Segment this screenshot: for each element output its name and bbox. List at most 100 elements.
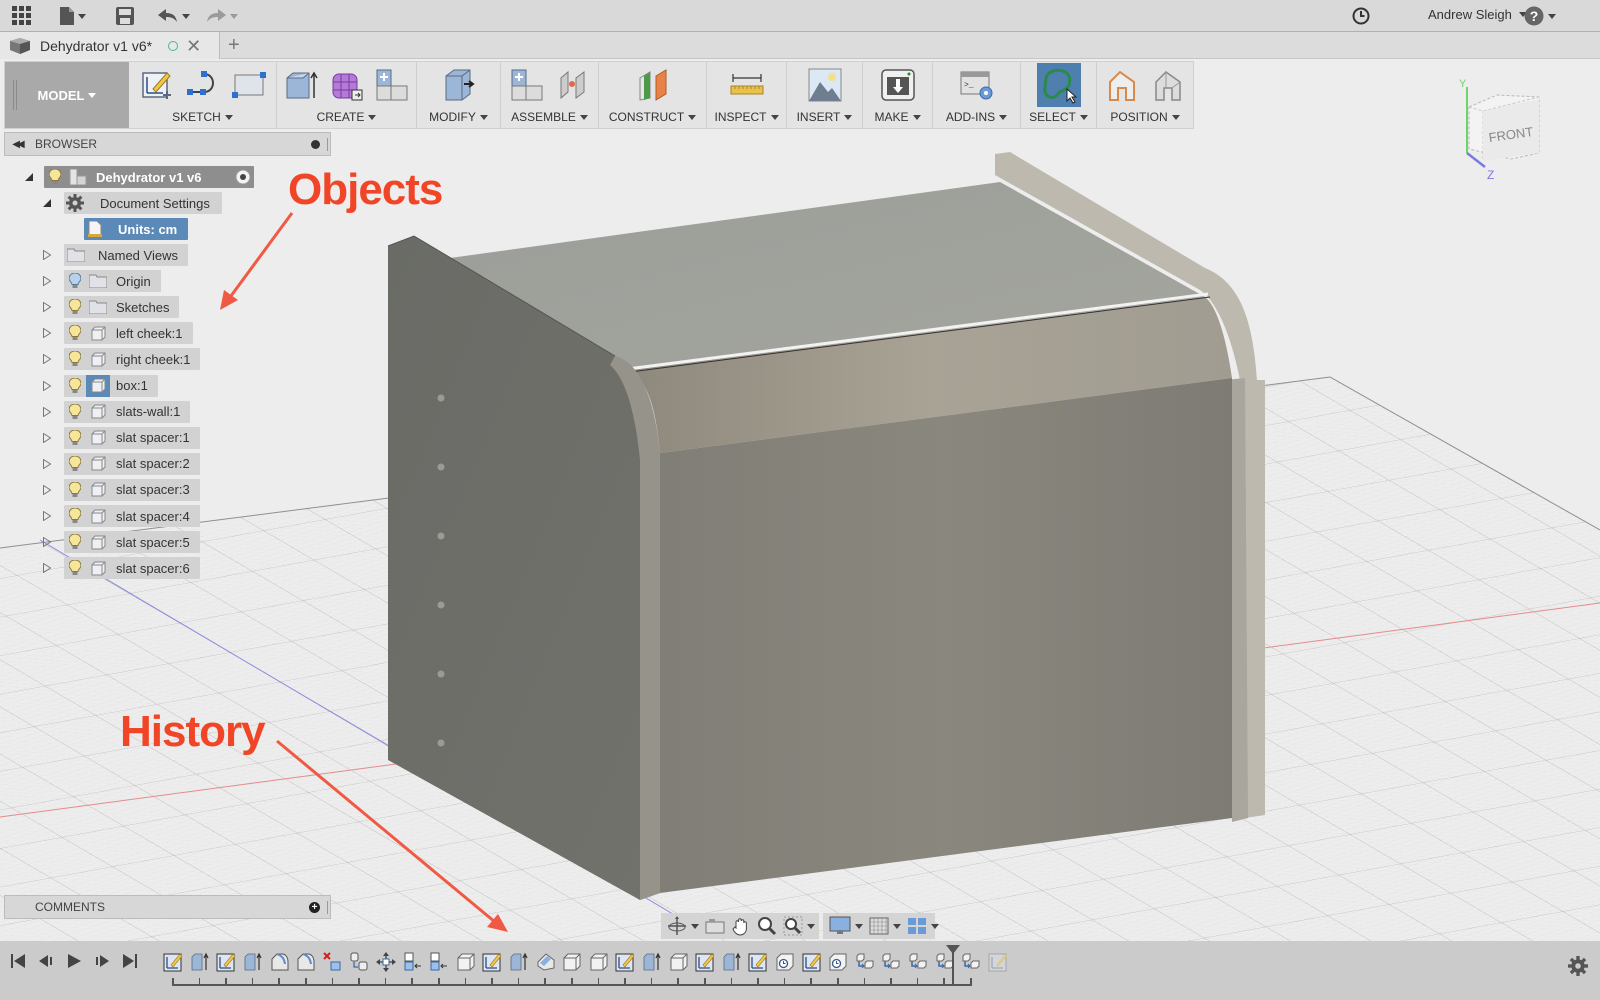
redo-button[interactable] (206, 6, 238, 26)
orbit-icon[interactable] (667, 915, 699, 937)
browser-panel-header[interactable]: ◀◀ BROWSER (4, 132, 331, 156)
create-form-icon[interactable] (328, 66, 365, 104)
insert-image-icon[interactable] (806, 66, 844, 104)
collapse-panel-icon[interactable]: ◀◀ (7, 139, 27, 150)
visibility-bulb-icon[interactable] (64, 377, 86, 394)
timeline-feature-delete-icon[interactable] (320, 951, 347, 973)
save-icon[interactable] (116, 6, 134, 26)
timeline-feature-sketch-icon[interactable] (612, 951, 639, 973)
offset-plane-icon[interactable] (634, 66, 672, 104)
timeline-feature-align-icon[interactable] (426, 951, 453, 973)
fit-icon[interactable] (783, 915, 815, 937)
go-to-start-icon[interactable] (8, 951, 28, 971)
grid-settings-icon[interactable] (869, 915, 901, 937)
pin-panel-icon[interactable] (311, 140, 320, 149)
sketch-menu-label[interactable]: SKETCH (172, 110, 221, 124)
visibility-bulb-icon[interactable] (64, 455, 86, 472)
visibility-bulb-icon[interactable] (64, 481, 86, 498)
timeline-marker[interactable] (946, 945, 960, 986)
expand-triangle-icon[interactable] (42, 354, 52, 365)
expand-triangle-icon[interactable] (42, 276, 52, 287)
timeline-feature-box-icon[interactable] (559, 951, 586, 973)
expand-triangle-icon[interactable] (42, 563, 52, 574)
timeline-feature-split-icon[interactable] (532, 951, 559, 973)
timeline-feature-timer-box-icon[interactable] (772, 951, 799, 973)
lasso-select-icon[interactable] (1036, 63, 1081, 107)
visibility-bulb-icon[interactable] (64, 508, 86, 524)
collapse-triangle-icon[interactable] (24, 172, 34, 182)
3d-print-icon[interactable] (879, 66, 917, 104)
viewports-icon[interactable] (907, 915, 939, 937)
pan-icon[interactable] (731, 915, 751, 937)
press-pull-icon[interactable] (440, 66, 478, 104)
expand-triangle-icon[interactable] (42, 484, 52, 495)
timeline-feature-sketch-icon[interactable] (213, 951, 240, 973)
timeline-feature-sketch-icon[interactable] (745, 951, 772, 973)
timeline-feature-extrude-icon[interactable] (718, 951, 745, 973)
step-back-icon[interactable] (36, 951, 56, 971)
construct-menu-label[interactable]: CONSTRUCT (609, 110, 684, 124)
joint-icon[interactable] (554, 66, 592, 104)
inspect-menu-label[interactable]: INSPECT (714, 110, 766, 124)
expand-triangle-icon[interactable] (42, 380, 52, 391)
scripts-addins-icon[interactable]: >_ (958, 66, 996, 104)
visibility-bulb-icon[interactable] (64, 299, 86, 315)
apps-grid-icon[interactable] (12, 6, 32, 26)
comments-panel-header[interactable]: COMMENTS + (4, 895, 331, 919)
display-settings-icon[interactable] (829, 915, 863, 937)
expand-triangle-icon[interactable] (42, 511, 52, 521)
timeline-feature-sketch-suppressed-icon[interactable] (984, 951, 1011, 973)
visibility-bulb-icon[interactable] (64, 325, 86, 341)
help-button[interactable]: ? (1524, 6, 1556, 26)
timeline-feature-joint-icon[interactable] (851, 951, 878, 973)
timeline-feature-sketch-icon[interactable] (160, 951, 187, 973)
job-status-icon[interactable] (1352, 6, 1370, 26)
expand-triangle-icon[interactable] (42, 406, 52, 417)
timeline-feature-sketch-icon[interactable] (479, 951, 506, 973)
timeline-feature-align-icon[interactable] (399, 951, 426, 973)
view-cube[interactable]: FRONT Y Z (1455, 75, 1565, 185)
panel-resize-handle[interactable] (327, 901, 328, 914)
activate-component-radio[interactable] (235, 169, 251, 190)
visibility-bulb-icon[interactable] (64, 429, 86, 446)
timeline-feature-fillet-icon[interactable] (266, 951, 293, 973)
timeline-feature-sketch-icon[interactable] (692, 951, 719, 973)
toolbar-grip[interactable] (13, 80, 17, 110)
visibility-bulb-icon[interactable] (64, 273, 86, 289)
go-to-end-icon[interactable] (120, 951, 140, 971)
insert-menu-label[interactable]: INSERT (797, 110, 841, 124)
expand-triangle-icon[interactable] (42, 458, 52, 469)
close-tab-icon[interactable]: ✕ (186, 37, 201, 55)
timeline-feature-sketch-icon[interactable] (798, 951, 825, 973)
timeline-feature-joint-icon[interactable] (878, 951, 905, 973)
timeline-feature-joint-origin-icon[interactable] (346, 951, 373, 973)
timeline-feature-box-icon[interactable] (453, 951, 480, 973)
addins-menu-label[interactable]: ADD-INS (946, 110, 995, 124)
visibility-bulb-icon[interactable] (64, 534, 86, 550)
create-sketch-icon[interactable] (138, 66, 176, 104)
timeline-feature-move-icon[interactable] (373, 951, 400, 973)
expand-triangle-icon[interactable] (42, 432, 52, 443)
play-icon[interactable] (64, 951, 84, 971)
line-spline-icon[interactable] (184, 66, 222, 104)
expand-triangle-icon[interactable] (42, 537, 52, 548)
timeline-feature-box-icon[interactable] (665, 951, 692, 973)
make-menu-label[interactable]: MAKE (874, 110, 908, 124)
workspace-switcher[interactable]: MODEL (5, 62, 129, 128)
zoom-icon[interactable] (757, 915, 777, 937)
position-menu-label[interactable]: POSITION (1110, 110, 1167, 124)
expand-triangle-icon[interactable] (42, 250, 52, 260)
timeline-feature-joint-icon[interactable] (958, 951, 985, 973)
canvas-viewport[interactable] (0, 59, 1600, 941)
capture-position-icon[interactable] (1103, 66, 1141, 104)
visibility-bulb-icon[interactable] (44, 169, 66, 185)
rectangle-icon[interactable] (230, 66, 268, 104)
extrude-icon[interactable] (283, 66, 320, 104)
assemble-menu-label[interactable]: ASSEMBLE (511, 110, 576, 124)
user-menu[interactable]: Andrew Sleigh (1428, 7, 1527, 22)
file-menu-button[interactable] (60, 6, 86, 26)
new-tab-button[interactable]: + (228, 34, 240, 57)
timeline-feature-extrude-icon[interactable] (506, 951, 533, 973)
create-menu-label[interactable]: CREATE (317, 110, 365, 124)
panel-resize-handle[interactable] (327, 138, 328, 151)
